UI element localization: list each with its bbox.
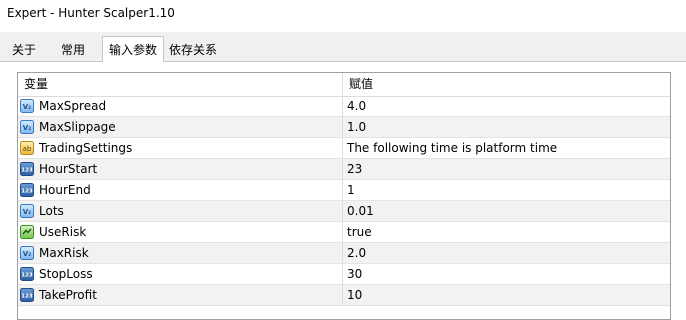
double-value-icon: V₂ [20, 204, 34, 218]
tab-dependencies[interactable]: 依存关系 [166, 38, 220, 61]
param-name-cell[interactable]: V₂ MaxSlippage [18, 117, 343, 137]
param-value-cell[interactable]: 0.01 [343, 201, 670, 221]
param-name: MaxSpread [39, 99, 107, 113]
param-row[interactable]: UseRisk true [18, 222, 670, 243]
param-name-cell[interactable]: 123 HourEnd [18, 180, 343, 200]
bool-value-icon [20, 225, 34, 239]
param-name: TradingSettings [39, 141, 133, 155]
svg-text:V₂: V₂ [23, 124, 31, 132]
double-value-icon: V₂ [20, 120, 34, 134]
param-name-cell[interactable]: V₂ Lots [18, 201, 343, 221]
tab-common[interactable]: 常用 [52, 38, 94, 61]
param-row[interactable]: V₂ MaxSpread 4.0 [18, 96, 670, 117]
double-value-icon: V₂ [20, 246, 34, 260]
param-name-cell[interactable]: 123 TakeProfit [18, 285, 343, 305]
svg-text:123: 123 [21, 168, 33, 174]
param-row[interactable]: V₂ MaxSlippage 1.0 [18, 117, 670, 138]
param-name: StopLoss [39, 267, 93, 281]
param-name: MaxSlippage [39, 120, 116, 134]
param-name-cell[interactable]: V₂ MaxSpread [18, 96, 343, 116]
param-row[interactable]: 123 StopLoss 30 [18, 264, 670, 285]
param-value-cell[interactable]: 4.0 [343, 96, 670, 116]
svg-text:V₂: V₂ [23, 250, 31, 258]
integer-value-icon: 123 [20, 183, 34, 197]
param-name-cell[interactable]: ab TradingSettings [18, 138, 343, 158]
param-value-cell[interactable]: 1.0 [343, 117, 670, 137]
param-name-cell[interactable]: 123 HourStart [18, 159, 343, 179]
tab-about[interactable]: 关于 [5, 38, 43, 61]
param-row[interactable]: 123 HourStart 23 [18, 159, 670, 180]
param-name-cell[interactable]: UseRisk [18, 222, 343, 242]
string-value-icon: ab [20, 141, 34, 155]
svg-text:V₂: V₂ [23, 208, 31, 216]
param-name: UseRisk [39, 225, 87, 239]
tab-bar: 关于 常用 输入参数 依存关系 [0, 36, 686, 62]
svg-text:123: 123 [21, 189, 33, 195]
svg-text:ab: ab [23, 145, 32, 153]
param-value-cell[interactable]: true [343, 222, 670, 242]
param-name-cell[interactable]: V₂ MaxRisk [18, 243, 343, 263]
param-name: Lots [39, 204, 64, 218]
param-name: HourStart [39, 162, 98, 176]
param-value-cell[interactable]: 1 [343, 180, 670, 200]
param-value-cell[interactable]: 23 [343, 159, 670, 179]
param-row[interactable]: V₂ Lots 0.01 [18, 201, 670, 222]
param-row[interactable]: V₂ MaxRisk 2.0 [18, 243, 670, 264]
grid-header: 变量 赋值 [18, 73, 670, 97]
column-header-variable[interactable]: 变量 [18, 73, 343, 96]
title-bar: Expert - Hunter Scalper1.10 [0, 0, 686, 32]
svg-text:123: 123 [21, 294, 33, 300]
param-name: HourEnd [39, 183, 91, 197]
param-row[interactable]: ab TradingSettings The following time is p… [18, 138, 670, 159]
param-value-cell[interactable]: 2.0 [343, 243, 670, 263]
column-header-value[interactable]: 赋值 [343, 73, 670, 96]
param-value-cell[interactable]: 10 [343, 285, 670, 305]
integer-value-icon: 123 [20, 288, 34, 302]
param-row[interactable]: 123 TakeProfit 10 [18, 285, 670, 306]
param-row[interactable]: 123 HourEnd 1 [18, 180, 670, 201]
window-title: Expert - Hunter Scalper1.10 [7, 6, 175, 20]
param-name: MaxRisk [39, 246, 89, 260]
integer-value-icon: 123 [20, 162, 34, 176]
integer-value-icon: 123 [20, 267, 34, 281]
tab-inputs[interactable]: 输入参数 [102, 36, 164, 62]
param-name: TakeProfit [39, 288, 97, 302]
svg-text:123: 123 [21, 273, 33, 279]
double-value-icon: V₂ [20, 99, 34, 113]
input-parameters-grid: 变量 赋值 V₂ MaxSpread 4.0 V₂ MaxSlippage 1.0 ab Tr… [17, 72, 671, 320]
param-value-cell[interactable]: The following time is platform time [343, 138, 670, 158]
svg-text:V₂: V₂ [23, 103, 31, 111]
param-value-cell[interactable]: 30 [343, 264, 670, 284]
param-name-cell[interactable]: 123 StopLoss [18, 264, 343, 284]
